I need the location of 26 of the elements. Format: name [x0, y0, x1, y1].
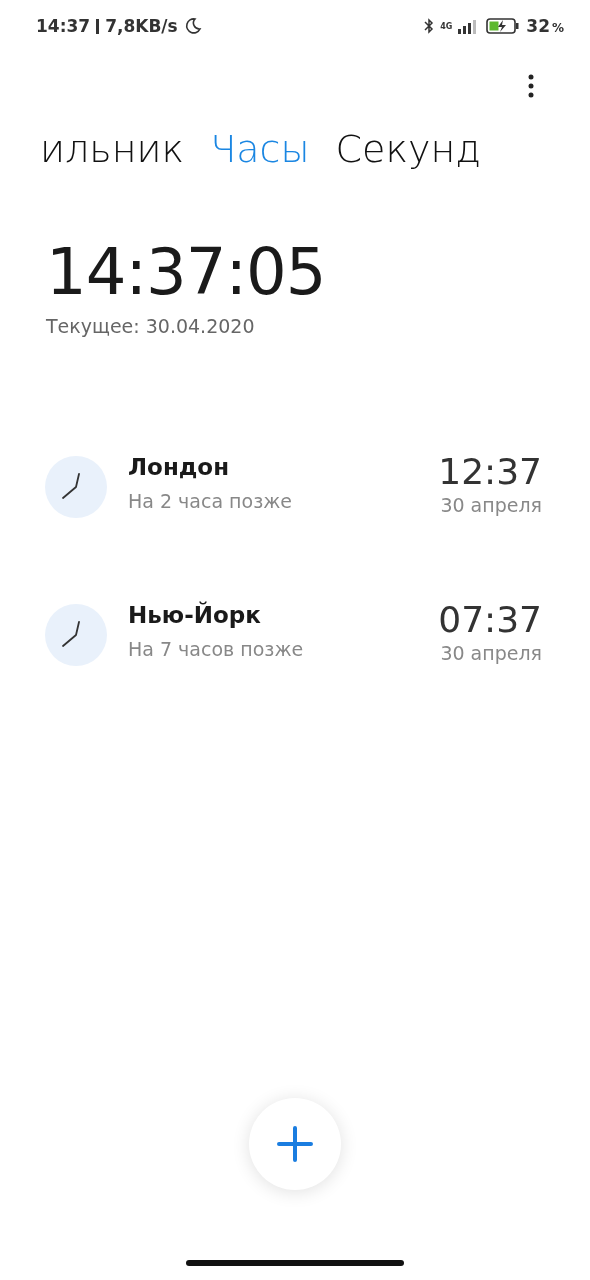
time-offset: На 2 часа позже	[128, 490, 294, 512]
tab[interactable]: ильник	[40, 127, 185, 171]
bluetooth-icon	[424, 17, 435, 35]
plus-icon	[276, 1125, 314, 1163]
moon-icon	[183, 17, 202, 35]
battery-charging-icon	[486, 17, 521, 35]
separator-bar	[96, 18, 100, 34]
city-time: 07:37	[438, 598, 542, 640]
network-speed: 7,8KB/s	[105, 16, 178, 36]
city-date: 30 апреля	[439, 641, 542, 664]
tab[interactable]: Часы	[210, 127, 310, 171]
city-name: Нью-Йорк	[128, 602, 262, 628]
clock-face-icon	[44, 455, 108, 519]
clock-face-icon	[44, 603, 108, 667]
current-date: Текущее: 30.04.2020	[46, 315, 256, 337]
battery-percent: 32	[526, 16, 550, 36]
city-date: 30 апреля	[439, 493, 542, 516]
current-time: 14:37:05	[46, 235, 327, 309]
city-time: 12:37	[438, 450, 542, 492]
more-vertical-icon	[528, 74, 534, 98]
percent-sign: %	[551, 21, 564, 35]
time-offset: На 7 часов позже	[128, 638, 305, 660]
city-name: Лондон	[128, 454, 231, 480]
network-type: 4G	[440, 21, 453, 31]
status-time: 14:37	[36, 16, 91, 36]
tab[interactable]: Секунд	[335, 127, 481, 171]
